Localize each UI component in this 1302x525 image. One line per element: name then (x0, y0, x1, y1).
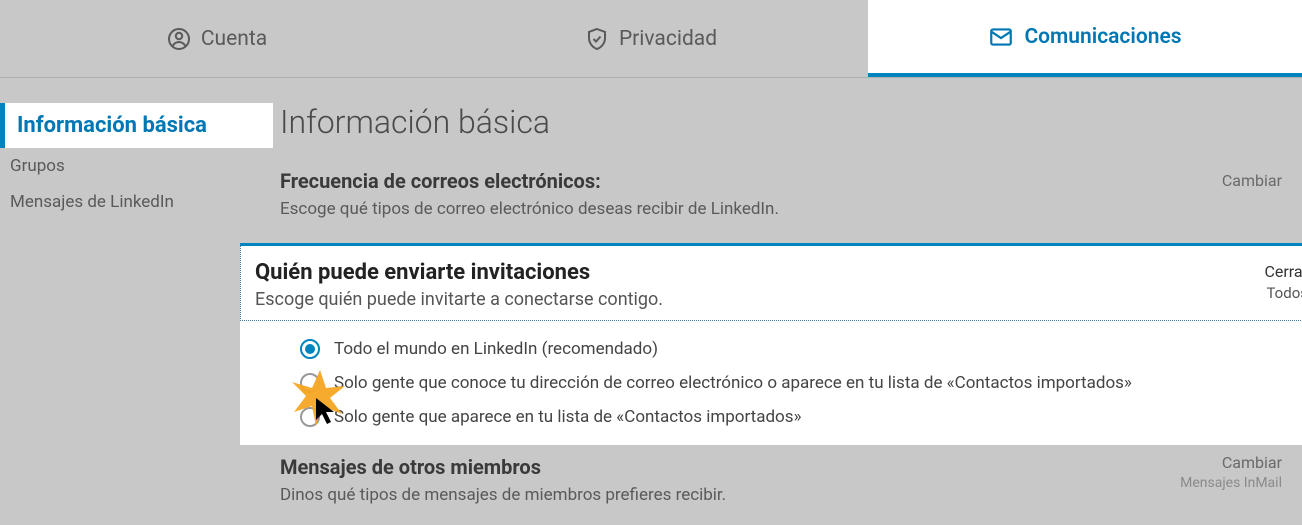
radio-option-everyone[interactable]: Todo el mundo en LinkedIn (recomendado) (300, 339, 1295, 359)
sidebar-item-basic-info[interactable]: Información básica (0, 103, 273, 148)
section-desc: Escoge quién puede invitarte a conectars… (255, 289, 1294, 310)
mail-icon (988, 24, 1014, 50)
summary-value: Mensajes InMail (1180, 475, 1282, 491)
tab-privacy[interactable]: Privacidad (434, 0, 868, 77)
radio-option-imported-only[interactable]: Solo gente que aparece en tu lista de «C… (300, 407, 1295, 427)
change-link[interactable]: Cambiar (1222, 171, 1282, 190)
radio-label: Solo gente que conoce tu dirección de co… (334, 373, 1132, 393)
content-area: Información básica Grupos Mensajes de Li… (0, 78, 1302, 519)
tab-label: Cuenta (201, 27, 267, 51)
tab-label: Comunicaciones (1024, 25, 1181, 49)
close-link[interactable]: Cerrar (1264, 262, 1302, 281)
section-title: Frecuencia de correos electrónicos: (280, 169, 1302, 193)
top-tabs: Cuenta Privacidad Comunicaciones (0, 0, 1302, 78)
section-title: Mensajes de otros miembros (280, 455, 1302, 479)
page-title: Información básica (280, 103, 1302, 141)
radio-label: Solo gente que aparece en tu lista de «C… (334, 407, 802, 427)
expanded-header: Quién puede enviarte invitaciones Escoge… (240, 246, 1302, 321)
change-link[interactable]: Cambiar (1222, 453, 1282, 472)
radio-label: Todo el mundo en LinkedIn (recomendado) (334, 339, 658, 359)
sidebar-item-label: Grupos (10, 156, 65, 176)
summary-value: Todos (1266, 284, 1302, 302)
section-member-messages: Mensajes de otros miembros Dinos qué tip… (280, 445, 1302, 519)
shield-icon (585, 27, 609, 51)
section-desc: Dinos qué tipos de mensajes de miembros … (280, 485, 1302, 505)
tab-account[interactable]: Cuenta (0, 0, 434, 77)
sidebar-item-linkedin-messages[interactable]: Mensajes de LinkedIn (0, 184, 280, 220)
tab-communications[interactable]: Comunicaciones (868, 0, 1302, 77)
section-invitations-expanded: Quién puede enviarte invitaciones Escoge… (240, 243, 1302, 445)
sidebar: Información básica Grupos Mensajes de Li… (0, 103, 280, 519)
user-circle-icon (167, 27, 191, 51)
main-panel: Información básica Frecuencia de correos… (280, 103, 1302, 519)
radio-icon (300, 407, 320, 427)
sidebar-item-label: Información básica (17, 113, 207, 138)
tab-label: Privacidad (619, 27, 717, 51)
sidebar-item-groups[interactable]: Grupos (0, 148, 280, 184)
section-desc: Escoge qué tipos de correo electrónico d… (280, 199, 1302, 219)
radio-icon (300, 373, 320, 393)
radio-group-invitations: Todo el mundo en LinkedIn (recomendado) … (240, 321, 1302, 445)
sidebar-item-label: Mensajes de LinkedIn (10, 192, 174, 212)
radio-option-email-or-imported[interactable]: Solo gente que conoce tu dirección de co… (300, 373, 1295, 393)
section-email-frequency: Frecuencia de correos electrónicos: Esco… (280, 163, 1302, 233)
radio-icon (300, 339, 320, 359)
section-title: Quién puede enviarte invitaciones (255, 260, 1294, 285)
